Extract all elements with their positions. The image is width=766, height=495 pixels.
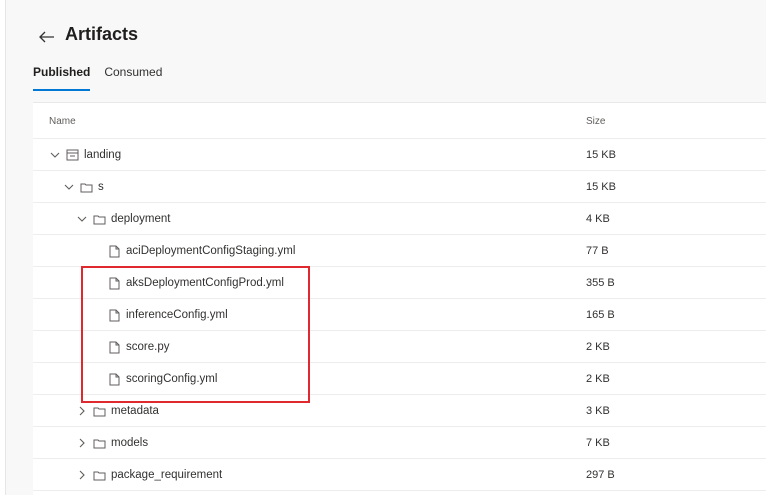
column-header-size[interactable]: Size bbox=[586, 116, 605, 127]
table-header-row: Name Size bbox=[33, 103, 766, 139]
table-row[interactable]: s 15 KB bbox=[33, 171, 766, 203]
table-row[interactable]: score.py 2 KB bbox=[33, 331, 766, 363]
folder-icon bbox=[92, 436, 106, 450]
file-icon bbox=[107, 276, 121, 290]
row-name[interactable]: deployment bbox=[111, 213, 170, 225]
tab-bar: Published Consumed bbox=[33, 61, 176, 91]
row-size: 4 KB bbox=[586, 213, 610, 225]
row-size: 15 KB bbox=[586, 149, 616, 161]
row-name[interactable]: inferenceConfig.yml bbox=[126, 309, 228, 321]
row-size: 77 B bbox=[586, 245, 609, 257]
table-row[interactable]: package_requirement 297 B bbox=[33, 459, 766, 491]
file-icon bbox=[107, 244, 121, 258]
folder-icon bbox=[92, 212, 106, 226]
tab-published[interactable]: Published bbox=[33, 61, 91, 91]
table-row[interactable]: metadata 3 KB bbox=[33, 395, 766, 427]
file-icon bbox=[107, 372, 121, 386]
row-name[interactable]: aksDeploymentConfigProd.yml bbox=[126, 277, 284, 289]
row-size: 15 KB bbox=[586, 181, 616, 193]
row-name[interactable]: scoringConfig.yml bbox=[126, 373, 217, 385]
file-icon bbox=[107, 340, 121, 354]
table-row[interactable]: aksDeploymentConfigProd.yml 355 B bbox=[33, 267, 766, 299]
chevron-right-icon[interactable] bbox=[76, 469, 88, 481]
chevron-down-icon[interactable] bbox=[49, 149, 61, 161]
row-name[interactable]: landing bbox=[84, 149, 121, 161]
row-size: 355 B bbox=[586, 277, 615, 289]
row-size: 297 B bbox=[586, 469, 615, 481]
column-header-name[interactable]: Name bbox=[49, 116, 76, 127]
row-size: 3 KB bbox=[586, 405, 610, 417]
row-name[interactable]: models bbox=[111, 437, 148, 449]
table-row[interactable]: scoringConfig.yml 2 KB bbox=[33, 363, 766, 395]
folder-icon bbox=[79, 180, 93, 194]
table-row[interactable]: deployment 4 KB bbox=[33, 203, 766, 235]
row-size: 165 B bbox=[586, 309, 615, 321]
artifacts-table: Name Size landing 15 KB s 15 KB deployme… bbox=[33, 102, 766, 495]
table-row[interactable]: landing 15 KB bbox=[33, 139, 766, 171]
table-row[interactable]: models 7 KB bbox=[33, 427, 766, 459]
chevron-down-icon[interactable] bbox=[63, 181, 75, 193]
tab-consumed[interactable]: Consumed bbox=[104, 61, 162, 91]
chevron-right-icon[interactable] bbox=[76, 437, 88, 449]
artifact-icon bbox=[65, 148, 79, 162]
row-name[interactable]: score.py bbox=[126, 341, 169, 353]
row-name[interactable]: package_requirement bbox=[111, 469, 222, 481]
chevron-right-icon[interactable] bbox=[76, 405, 88, 417]
table-row[interactable]: inferenceConfig.yml 165 B bbox=[33, 299, 766, 331]
back-arrow-icon[interactable] bbox=[36, 26, 58, 48]
row-size: 2 KB bbox=[586, 341, 610, 353]
folder-icon bbox=[92, 468, 106, 482]
row-name[interactable]: aciDeploymentConfigStaging.yml bbox=[126, 245, 295, 257]
row-name[interactable]: metadata bbox=[111, 405, 159, 417]
row-size: 2 KB bbox=[586, 373, 610, 385]
page-header: Artifacts Published Consumed bbox=[6, 6, 766, 102]
table-row[interactable]: aciDeploymentConfigStaging.yml 77 B bbox=[33, 235, 766, 267]
folder-icon bbox=[92, 404, 106, 418]
page-title: Artifacts bbox=[65, 24, 139, 44]
row-size: 7 KB bbox=[586, 437, 610, 449]
row-name[interactable]: s bbox=[98, 181, 104, 193]
chevron-down-icon[interactable] bbox=[76, 213, 88, 225]
file-icon bbox=[107, 308, 121, 322]
